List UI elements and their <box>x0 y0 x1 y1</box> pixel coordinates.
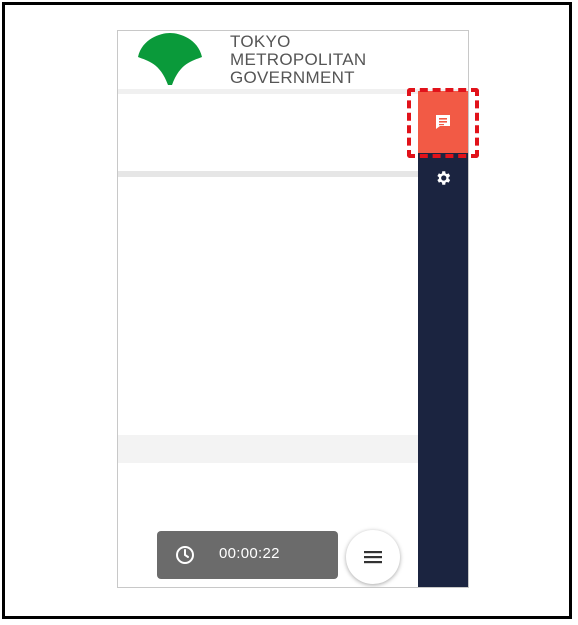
content-band <box>118 435 418 463</box>
divider-top <box>118 89 468 94</box>
app-viewport: TOKYO METROPOLITAN GOVERNMENT 00:00:22 <box>117 30 469 588</box>
settings-button[interactable] <box>418 163 468 193</box>
timer-display: 00:00:22 <box>157 531 338 579</box>
gear-icon <box>437 171 451 185</box>
brand-line-2: METROPOLITAN <box>230 50 367 69</box>
brand-line-3: GOVERNMENT <box>230 68 355 87</box>
ginkgo-leaf-icon <box>138 33 202 85</box>
header: TOKYO METROPOLITAN GOVERNMENT <box>118 31 468 89</box>
side-toolbar <box>418 152 468 587</box>
timer-value: 00:00:22 <box>219 545 280 562</box>
menu-button[interactable] <box>346 530 400 584</box>
clock-icon <box>176 546 194 564</box>
chat-icon <box>436 115 450 129</box>
divider-mid <box>118 171 418 177</box>
brand-line-1: TOKYO <box>230 32 291 51</box>
hamburger-menu-icon <box>364 551 382 564</box>
brand-text: TOKYO METROPOLITAN GOVERNMENT <box>230 33 366 87</box>
chat-button[interactable] <box>418 91 468 153</box>
